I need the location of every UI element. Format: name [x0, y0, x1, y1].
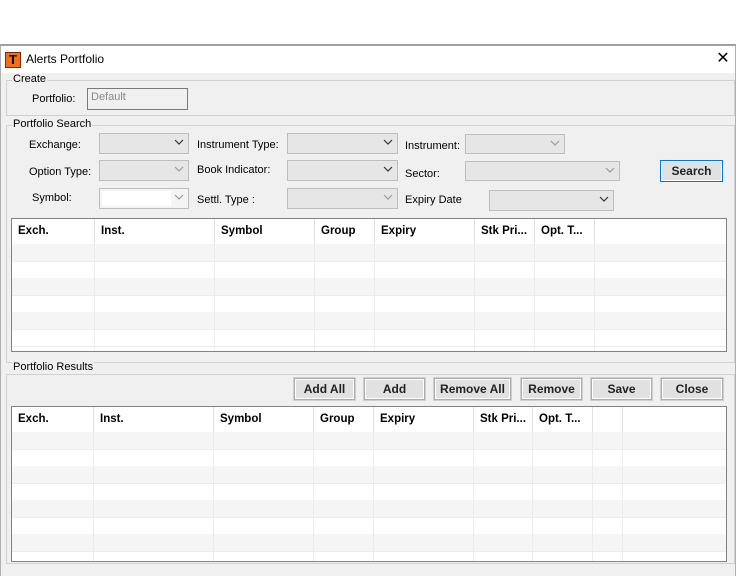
- symbol-dropdown[interactable]: [99, 188, 189, 209]
- instrument-label: Instrument:: [405, 140, 461, 152]
- chevron-down-icon: [383, 194, 393, 200]
- chevron-down-icon: [174, 139, 184, 145]
- remove-button[interactable]: Remove: [521, 378, 582, 400]
- table-row[interactable]: [12, 466, 726, 484]
- add-button[interactable]: Add: [364, 378, 425, 400]
- option-type-label: Option Type:: [29, 166, 92, 178]
- instrument-dropdown[interactable]: [465, 134, 565, 154]
- instrument-type-label: Instrument Type:: [197, 139, 279, 151]
- sector-label: Sector:: [405, 168, 440, 180]
- option-type-dropdown[interactable]: [99, 160, 189, 181]
- book-indicator-label: Book Indicator:: [197, 164, 271, 176]
- table-row[interactable]: [12, 449, 726, 467]
- chevron-down-icon: [550, 140, 560, 146]
- instrument-type-dropdown[interactable]: [287, 133, 398, 154]
- column-header-opt-type[interactable]: Opt. T...: [533, 407, 593, 432]
- column-header-inst[interactable]: Inst.: [95, 219, 215, 244]
- column-divider: [313, 432, 314, 561]
- column-divider: [94, 244, 95, 351]
- column-header-symbol[interactable]: Symbol: [215, 219, 315, 244]
- chevron-down-icon: [174, 166, 184, 172]
- add-all-button[interactable]: Add All: [294, 378, 355, 400]
- column-header-inst[interactable]: Inst.: [94, 407, 214, 432]
- portfolio-field[interactable]: Default: [87, 88, 188, 110]
- save-button[interactable]: Save: [591, 378, 652, 400]
- column-divider: [592, 432, 593, 561]
- close-window-icon[interactable]: ✕: [713, 49, 733, 69]
- table-row[interactable]: [12, 312, 726, 330]
- remove-all-button[interactable]: Remove All: [434, 378, 511, 400]
- column-header-opt-type[interactable]: Opt. T...: [535, 219, 595, 244]
- column-divider: [314, 244, 315, 351]
- expiry-date-dropdown[interactable]: [489, 190, 614, 211]
- portfolio-search-label: Portfolio Search: [12, 118, 93, 130]
- column-divider: [213, 432, 214, 561]
- book-indicator-dropdown[interactable]: [287, 160, 398, 181]
- exchange-dropdown[interactable]: [99, 133, 189, 154]
- alerts-portfolio-window: T Alerts Portfolio ✕ Create Portfolio: D…: [0, 44, 736, 576]
- expiry-date-label: Expiry Date: [405, 194, 462, 206]
- column-header-expiry[interactable]: Expiry: [374, 407, 474, 432]
- settl-type-dropdown[interactable]: [287, 188, 398, 209]
- table-row[interactable]: [12, 500, 726, 518]
- table-row[interactable]: [12, 534, 726, 552]
- chevron-down-icon: [605, 167, 615, 173]
- exchange-label: Exchange:: [29, 139, 81, 151]
- column-header-stk-price[interactable]: Stk Pri...: [474, 407, 533, 432]
- chevron-down-icon: [383, 139, 393, 145]
- table-row[interactable]: [12, 244, 726, 262]
- column-header-exch[interactable]: Exch.: [12, 407, 94, 432]
- table-row[interactable]: [12, 329, 726, 347]
- portfolio-results-table[interactable]: Exch. Inst. Symbol Group Expiry Stk Pri.…: [11, 406, 727, 562]
- table-row[interactable]: [12, 517, 726, 535]
- settl-type-label: Settl. Type :: [197, 194, 255, 206]
- portfolio-label: Portfolio:: [32, 93, 76, 105]
- portfolio-results-label: Portfolio Results: [12, 361, 95, 373]
- column-divider: [214, 244, 215, 351]
- title-bar: T Alerts Portfolio ✕: [1, 46, 735, 73]
- table-row[interactable]: [12, 278, 726, 296]
- symbol-label: Symbol:: [32, 192, 72, 204]
- column-header-group[interactable]: Group: [315, 219, 375, 244]
- column-header-stk-price[interactable]: Stk Pri...: [475, 219, 535, 244]
- column-divider: [622, 432, 623, 561]
- table-row[interactable]: [12, 261, 726, 279]
- column-divider: [374, 244, 375, 351]
- table-row[interactable]: [12, 483, 726, 501]
- app-logo-icon: T: [5, 52, 21, 68]
- column-divider: [474, 244, 475, 351]
- column-divider: [534, 244, 535, 351]
- create-group-label: Create: [12, 73, 48, 85]
- column-divider: [373, 432, 374, 561]
- column-header-exch[interactable]: Exch.: [12, 219, 95, 244]
- column-divider: [594, 244, 595, 351]
- table-row[interactable]: [12, 432, 726, 450]
- chevron-down-icon: [174, 194, 184, 200]
- search-button[interactable]: Search: [660, 160, 723, 182]
- window-title: Alerts Portfolio: [26, 52, 105, 66]
- column-header-expiry[interactable]: Expiry: [375, 219, 475, 244]
- column-divider: [93, 432, 94, 561]
- search-results-table[interactable]: Exch. Inst. Symbol Group Expiry Stk Pri.…: [11, 218, 727, 352]
- column-header-group[interactable]: Group: [314, 407, 374, 432]
- chevron-down-icon: [383, 166, 393, 172]
- column-header-extra[interactable]: [593, 407, 623, 432]
- chevron-down-icon: [599, 196, 609, 202]
- column-header-symbol[interactable]: Symbol: [214, 407, 314, 432]
- symbol-text-area[interactable]: [102, 191, 171, 206]
- close-button[interactable]: Close: [661, 378, 723, 400]
- sector-dropdown[interactable]: [465, 161, 620, 181]
- column-divider: [532, 432, 533, 561]
- table-row[interactable]: [12, 295, 726, 313]
- column-divider: [473, 432, 474, 561]
